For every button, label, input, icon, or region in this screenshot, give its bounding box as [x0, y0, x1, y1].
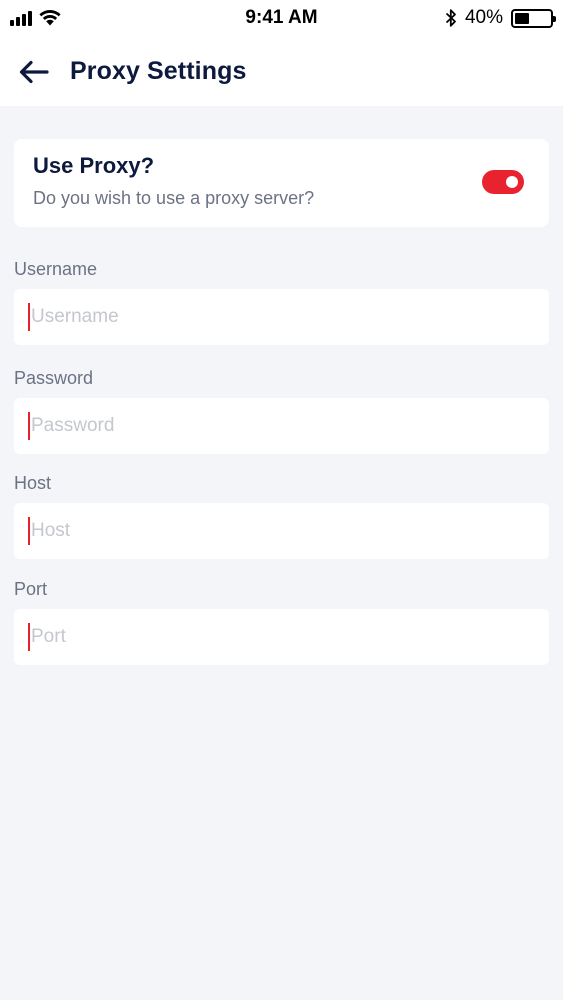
status-bar: 9:41 AM 40%	[0, 0, 563, 38]
port-label: Port	[14, 579, 48, 599]
proxy-settings-screen: 9:41 AM 40% Proxy Settings Use Proxy? Do…	[0, 0, 563, 1000]
battery-icon	[511, 8, 556, 28]
username-label: Username	[14, 259, 98, 279]
arrow-left-icon	[19, 60, 49, 84]
text-cursor	[28, 412, 30, 440]
host-field[interactable]: Host	[14, 503, 549, 559]
text-cursor	[28, 303, 30, 331]
host-placeholder: Host	[31, 520, 71, 541]
text-cursor	[28, 623, 30, 651]
header: Proxy Settings	[0, 38, 563, 106]
bluetooth-icon	[445, 9, 456, 27]
use-proxy-card: Use Proxy? Do you wish to use a proxy se…	[14, 139, 549, 227]
use-proxy-subtitle: Do you wish to use a proxy server?	[33, 188, 315, 208]
text-cursor	[28, 517, 30, 545]
battery-percent: 40%	[464, 7, 503, 28]
battery-level	[515, 12, 529, 24]
port-field[interactable]: Port	[14, 609, 549, 665]
password-label: Password	[14, 368, 94, 388]
use-proxy-title: Use Proxy?	[33, 153, 155, 178]
use-proxy-toggle[interactable]	[482, 170, 524, 194]
status-right: 40%	[445, 7, 556, 29]
password-placeholder: Password	[31, 415, 115, 436]
password-field[interactable]: Password	[14, 398, 549, 454]
username-placeholder: Username	[31, 306, 119, 327]
toggle-knob	[506, 176, 518, 188]
back-button[interactable]	[18, 58, 50, 86]
port-placeholder: Port	[31, 626, 66, 647]
username-field[interactable]: Username	[14, 289, 549, 345]
host-label: Host	[14, 473, 52, 493]
page-title: Proxy Settings	[70, 57, 247, 85]
